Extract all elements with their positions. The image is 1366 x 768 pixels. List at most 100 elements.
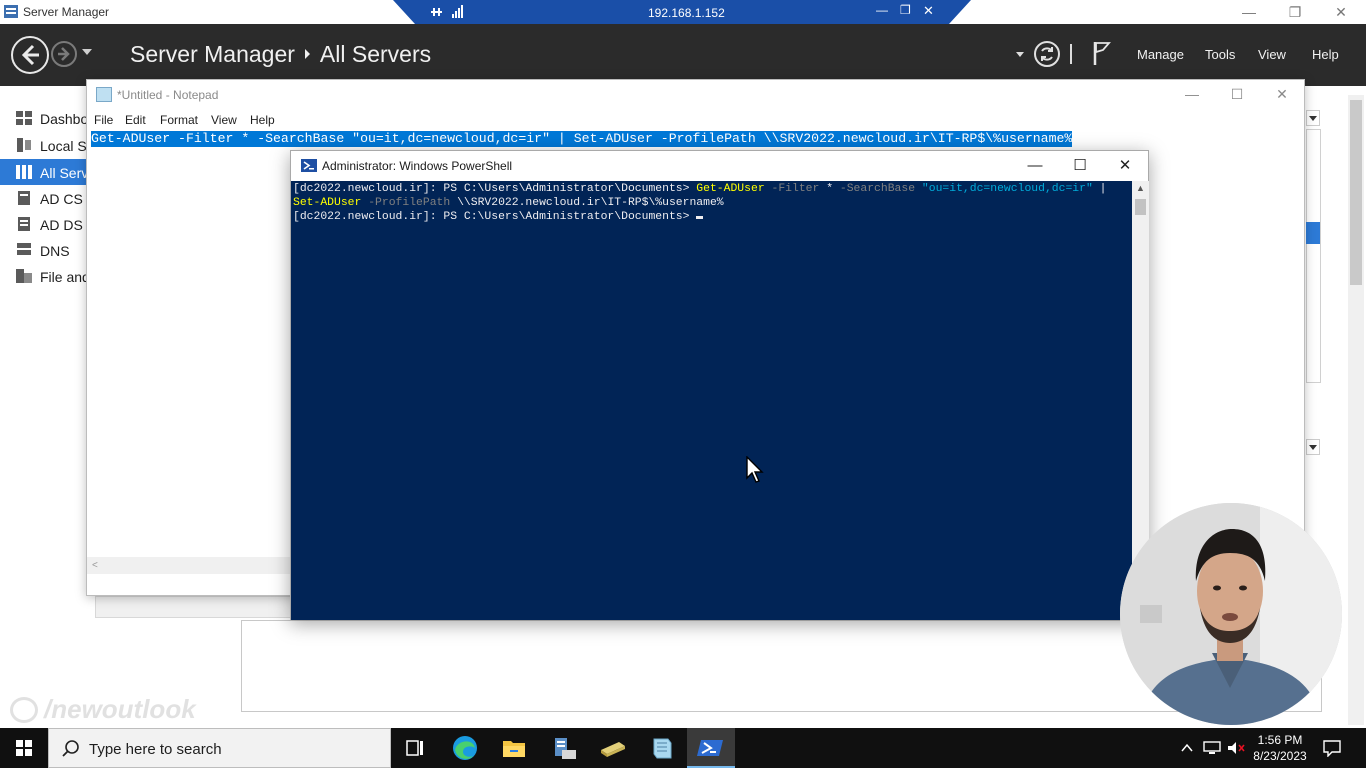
- sidebar-item-ad-cs[interactable]: AD CS: [0, 185, 86, 211]
- console-string-ou: "ou=it,dc=newcloud,dc=ir": [921, 183, 1093, 195]
- file-explorer-icon: [503, 741, 525, 757]
- powershell-console[interactable]: [dc2022.newcloud.ir]: PS C:\Users\Admini…: [291, 181, 1132, 620]
- notepad-menu-file[interactable]: File: [94, 113, 113, 127]
- sidebar-item-dashboard[interactable]: Dashbo: [0, 105, 88, 131]
- notepad-title: *Untitled - Notepad: [117, 88, 219, 102]
- taskbar-server-manager[interactable]: [540, 728, 588, 768]
- powershell-scrollbar-thumb[interactable]: [1135, 199, 1146, 215]
- console-line-1: [dc2022.newcloud.ir]: PS C:\Users\Admini…: [293, 182, 1130, 196]
- start-button[interactable]: [0, 728, 48, 768]
- notepad-horizontal-scrollbar[interactable]: <: [87, 557, 292, 574]
- sidebar-item-label: DNS: [40, 243, 70, 259]
- sidebar-item-ad-ds[interactable]: AD DS: [0, 211, 86, 237]
- arrow-left-icon: [21, 44, 39, 66]
- header-divider: [1070, 44, 1072, 64]
- powershell-close-button[interactable]: ✕: [1102, 155, 1148, 177]
- sidebar-item-label: All Serv: [40, 165, 89, 181]
- search-placeholder: Type here to search: [89, 741, 222, 758]
- file-storage-icon: [16, 269, 32, 283]
- taskbar-notepad[interactable]: [638, 728, 686, 768]
- notepad-menu-view[interactable]: View: [211, 113, 237, 127]
- server-manager-header: Server Manager All Servers Manage Tools V…: [0, 24, 1366, 86]
- chevron-left-icon[interactable]: <: [92, 560, 98, 571]
- powershell-titlebar[interactable]: Administrator: Windows PowerShell — ☐ ✕: [291, 151, 1148, 181]
- taskbar-search-box[interactable]: Type here to search: [48, 728, 391, 768]
- chevron-up-icon[interactable]: [1180, 742, 1194, 754]
- powershell-icon: [697, 740, 723, 756]
- tasks-dropdown-button-2[interactable]: [1306, 439, 1320, 455]
- rdp-restore-button[interactable]: ❐: [900, 3, 911, 17]
- breadcrumb-current: All Servers: [319, 41, 432, 67]
- minimize-button[interactable]: —: [1226, 2, 1272, 22]
- menu-view[interactable]: View: [1258, 47, 1286, 62]
- pin-and-signal-icon[interactable]: [430, 5, 464, 19]
- menu-tools[interactable]: Tools: [1205, 47, 1235, 62]
- chevron-up-icon[interactable]: ▲: [1136, 183, 1145, 193]
- powershell-icon: [301, 159, 317, 172]
- notepad-titlebar[interactable]: *Untitled - Notepad — ☐ ✕: [87, 80, 1304, 108]
- console-cmdlet-get-aduser: Get-ADUser: [696, 183, 765, 195]
- history-dropdown-icon[interactable]: [82, 49, 92, 55]
- console-profile-path: \\SRV2022.newcloud.ir\IT-RP$\%username%: [457, 197, 724, 209]
- console-line-3: [dc2022.newcloud.ir]: PS C:\Users\Admini…: [293, 210, 1130, 224]
- action-center-icon[interactable]: [1322, 739, 1342, 757]
- maximize-button[interactable]: ❐: [1272, 2, 1318, 22]
- notepad-menu-format[interactable]: Format: [160, 113, 198, 127]
- server-manager-scrollbar-thumb[interactable]: [1350, 100, 1362, 285]
- network-icon[interactable]: [1202, 740, 1222, 756]
- close-button[interactable]: ✕: [1318, 2, 1364, 22]
- notepad-menubar: File Edit Format View Help: [87, 110, 1304, 130]
- notepad-selected-text[interactable]: Get-ADUser -Filter * -SearchBase "ou=it,…: [91, 131, 1073, 147]
- back-button[interactable]: [11, 36, 49, 74]
- sidebar-item-local-server[interactable]: Local Se: [0, 132, 94, 158]
- menu-manage[interactable]: Manage: [1137, 47, 1184, 62]
- console-line-2: Set-ADUser -ProfilePath \\SRV2022.newclo…: [293, 196, 1130, 210]
- taskbar-file-explorer[interactable]: [490, 728, 538, 768]
- server-manager-icon: [555, 738, 576, 759]
- powershell-minimize-button[interactable]: —: [1012, 155, 1058, 177]
- chevron-down-icon: [1309, 116, 1317, 121]
- taskbar-task-view[interactable]: [391, 728, 439, 768]
- notepad-maximize-button[interactable]: ☐: [1217, 84, 1257, 104]
- volume-muted-icon[interactable]: [1226, 740, 1246, 756]
- notepad-close-button[interactable]: ✕: [1262, 84, 1302, 104]
- powershell-title: Administrator: Windows PowerShell: [322, 159, 513, 173]
- chevron-down-icon: [1309, 445, 1317, 450]
- server-manager-sidebar: Dashbo Local Se All Serv AD CS AD DS DNS…: [0, 105, 94, 295]
- notifications-flag-icon[interactable]: [1092, 40, 1112, 66]
- sidebar-item-file-storage[interactable]: File and: [0, 263, 90, 289]
- selected-row-highlight: [1306, 222, 1320, 244]
- console-pipe: |: [1092, 183, 1107, 195]
- taskbar-folder[interactable]: [589, 728, 637, 768]
- clock-time: 1:56 PM: [1257, 733, 1303, 747]
- powershell-maximize-button[interactable]: ☐: [1057, 155, 1103, 177]
- breadcrumb-root[interactable]: Server Manager: [130, 41, 295, 67]
- sidebar-item-dns[interactable]: DNS: [0, 237, 86, 263]
- console-cmdlet-set-aduser: Set-ADUser: [293, 197, 362, 209]
- arrow-right-icon: [58, 47, 70, 61]
- taskbar-edge[interactable]: [441, 728, 489, 768]
- console-wildcard: *: [826, 183, 834, 195]
- menu-help[interactable]: Help: [1312, 47, 1339, 62]
- search-icon: [62, 740, 79, 757]
- sidebar-item-all-servers[interactable]: All Serv: [0, 159, 89, 185]
- tasks-dropdown-button[interactable]: [1306, 110, 1320, 126]
- refresh-button[interactable]: [1034, 41, 1060, 67]
- folder-icon: [601, 742, 625, 757]
- console-prompt: [dc2022.newcloud.ir]: PS C:\Users\Admini…: [293, 183, 697, 195]
- server-manager-app-icon: [4, 5, 18, 18]
- console-param-filter: -Filter: [764, 183, 827, 195]
- clock-date: 8/23/2023: [1253, 749, 1307, 763]
- notepad-menu-edit[interactable]: Edit: [125, 113, 146, 127]
- forward-button[interactable]: [51, 41, 77, 67]
- chevron-down-icon[interactable]: [1016, 52, 1024, 57]
- taskbar-powershell[interactable]: [687, 728, 735, 768]
- notepad-menu-help[interactable]: Help: [250, 113, 275, 127]
- notepad-icon: [96, 87, 112, 102]
- presenter-avatar-icon: [1120, 503, 1342, 725]
- notepad-minimize-button[interactable]: —: [1172, 84, 1212, 104]
- rdp-close-button[interactable]: ✕: [923, 3, 934, 19]
- taskbar-clock[interactable]: 1:56 PM 8/23/2023: [1252, 732, 1308, 764]
- rdp-minimize-button[interactable]: —: [876, 3, 888, 17]
- rdp-host-address: 192.168.1.152: [648, 6, 725, 20]
